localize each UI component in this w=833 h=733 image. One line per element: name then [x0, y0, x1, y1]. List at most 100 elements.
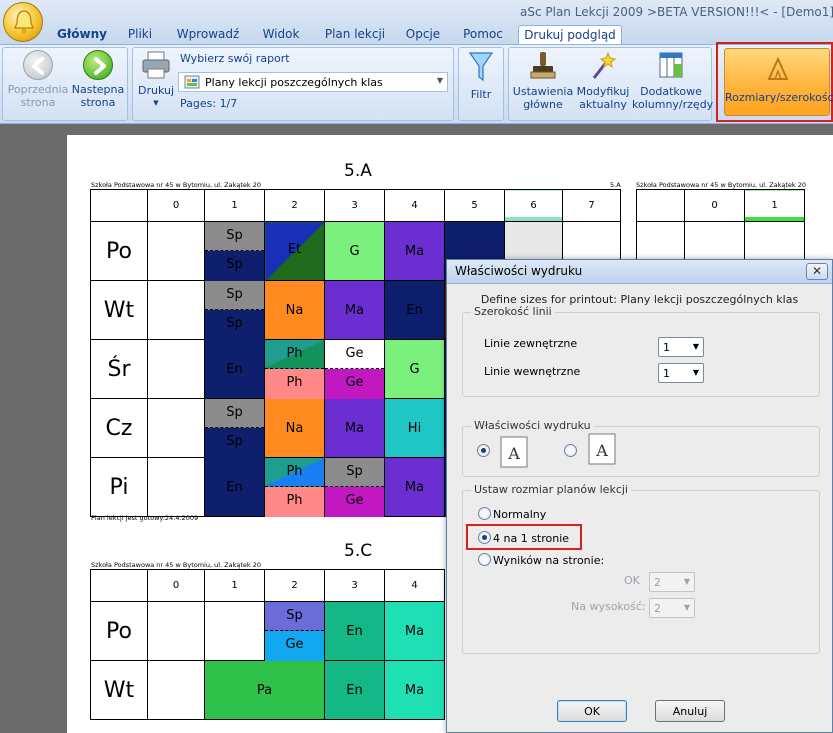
window-title: aSc Plan Lekcji 2009 >BETA VERSION!!!< -… [520, 5, 833, 19]
period-header: 0 [684, 189, 745, 222]
close-icon: ✕ [811, 264, 823, 278]
height-count-select[interactable]: 2 ▼ [649, 598, 695, 618]
school-header-5a: Szkoła Podstawowa nr 45 w Bytomiu, ul. Z… [91, 181, 261, 189]
timetable-5c: 0 1 2 3 4 Po Sp Ge En Ma Wt Pa En Ma [90, 569, 445, 720]
previous-page-label-1: Poprzednia [7, 83, 69, 96]
dialog-title-bar[interactable]: Właściwości wydruku ✕ [447, 260, 832, 284]
lesson-et: Et [287, 242, 302, 257]
sizes-widths-button[interactable]: Rozmiary/szerokości [724, 48, 833, 116]
day-label: Po [90, 221, 148, 281]
chevron-down-icon: ▼ [436, 76, 443, 85]
class-title-5a: 5.A [344, 161, 372, 181]
lesson-cell: G [384, 339, 445, 399]
class-tag-5a: 5.A [610, 181, 621, 189]
lesson-ph: Ph [265, 458, 324, 487]
stamp-icon [530, 52, 556, 79]
tab-help[interactable]: Pomoc [456, 25, 510, 44]
dialog-title: Właściwości wydruku [455, 264, 583, 278]
empty-cell [147, 221, 205, 281]
lesson-sp: Sp [205, 222, 264, 251]
next-page-button[interactable]: Nastepna strona [70, 50, 126, 109]
extra-columns-button[interactable]: Dodatkowe kolumny/rzędy [632, 50, 713, 111]
lesson-cell: Sp Sp [204, 221, 265, 281]
print-properties-legend: Właściwości wydruku [471, 419, 594, 432]
lesson-cell: Et [264, 221, 325, 281]
lesson-ma: Ma [344, 302, 365, 318]
day-label: Po [90, 601, 148, 661]
lesson-cell: Na [264, 398, 325, 458]
columns-count-label: OK [624, 574, 640, 587]
lesson-ge: Ge [265, 631, 324, 661]
tab-view[interactable]: Widok [256, 25, 306, 44]
normal-radio[interactable] [478, 507, 491, 520]
line-width-group: Szerokość linii [462, 305, 820, 397]
svg-text:A: A [507, 444, 520, 463]
portrait-radio[interactable] [477, 444, 490, 457]
lesson-na: Na [285, 420, 304, 436]
inner-lines-select[interactable]: 1 ▼ [658, 363, 704, 383]
tab-timetable[interactable]: Plan lekcji [318, 25, 392, 44]
lesson-ph: Ph [265, 487, 324, 517]
lesson-ma: Ma [404, 243, 425, 259]
period-header: 2 [264, 569, 325, 602]
next-page-label-2: strona [80, 96, 116, 109]
ok-button-label: OK [584, 705, 600, 718]
lesson-cell: Sp Ge [324, 457, 385, 517]
main-settings-button[interactable]: Ustawienia główne [511, 50, 575, 111]
modify-current-button[interactable]: Modyfikuj aktualny [574, 50, 632, 111]
outer-lines-select[interactable]: 1 ▼ [658, 337, 704, 357]
landscape-radio[interactable] [564, 444, 577, 457]
lesson-ge: Ge [325, 340, 384, 369]
lesson-en: En [406, 302, 423, 318]
lesson-cell: Sp Sp [204, 280, 265, 340]
inner-lines-label: Linie wewnętrzne [484, 365, 581, 378]
table-columns-icon [659, 52, 683, 78]
columns-count-select[interactable]: 2 ▼ [649, 572, 695, 592]
app-menu-button[interactable] [3, 2, 43, 42]
lesson-en: En [226, 361, 243, 377]
previous-page-button[interactable]: Poprzednia strona [6, 50, 70, 109]
tab-insert[interactable]: Wprowadź [172, 25, 244, 44]
lesson-sp: Sp [205, 428, 264, 458]
results-per-page-radio[interactable] [478, 553, 491, 566]
period-header: 3 [324, 189, 385, 222]
empty-cell [147, 660, 205, 720]
tab-home[interactable]: Główny [54, 25, 110, 44]
extra-columns-label-1: Dodatkowe [640, 85, 702, 98]
tab-print-preview[interactable]: Drukuj podgląd [518, 25, 622, 44]
four-per-page-label: 4 na 1 stronie [493, 532, 570, 545]
outer-lines-value: 1 [663, 341, 670, 354]
lesson-hi: Hi [407, 420, 422, 436]
four-per-page-radio[interactable] [478, 531, 491, 544]
tab-files[interactable]: Pliki [120, 25, 160, 44]
normal-label: Normalny [493, 508, 547, 521]
height-count-label: Na wysokość: [571, 600, 646, 613]
lesson-sp: Sp [205, 281, 264, 310]
lesson-cell: En [204, 457, 265, 517]
ok-button[interactable]: OK [557, 700, 627, 722]
corner-cell [90, 569, 148, 602]
lesson-cell: Sp Ge [264, 601, 325, 661]
lesson-cell: Pa [204, 660, 325, 720]
print-button[interactable]: Drukuj ▼ [136, 50, 176, 110]
timetable-size-legend: Ustaw rozmiar planów lekcji [471, 483, 631, 496]
close-button[interactable]: ✕ [806, 263, 828, 280]
sizes-widths-label: Rozmiary/szerokości [725, 91, 833, 104]
chevron-down-icon: ▼ [692, 368, 699, 377]
portrait-page-icon: A [500, 436, 528, 468]
printer-icon [142, 51, 170, 79]
columns-count-value: 2 [654, 576, 661, 589]
filter-button[interactable]: Filtr [462, 50, 500, 101]
lesson-cell: Ma [384, 601, 445, 661]
lesson-ge: Ge [325, 487, 384, 517]
report-select[interactable]: Plany lekcji poszczególnych klas ▼ [178, 72, 448, 92]
lesson-ma: Ma [404, 623, 425, 639]
lesson-cell: Ma [384, 221, 445, 281]
tab-options[interactable]: Opcje [402, 25, 444, 44]
ruler-triangle-icon [767, 56, 789, 80]
empty-cell [147, 280, 205, 340]
cancel-button[interactable]: Anuluj [655, 700, 725, 722]
next-page-label-1: Nastepna [71, 83, 125, 96]
funnel-icon [468, 52, 494, 82]
lesson-ma: Ma [404, 682, 425, 698]
